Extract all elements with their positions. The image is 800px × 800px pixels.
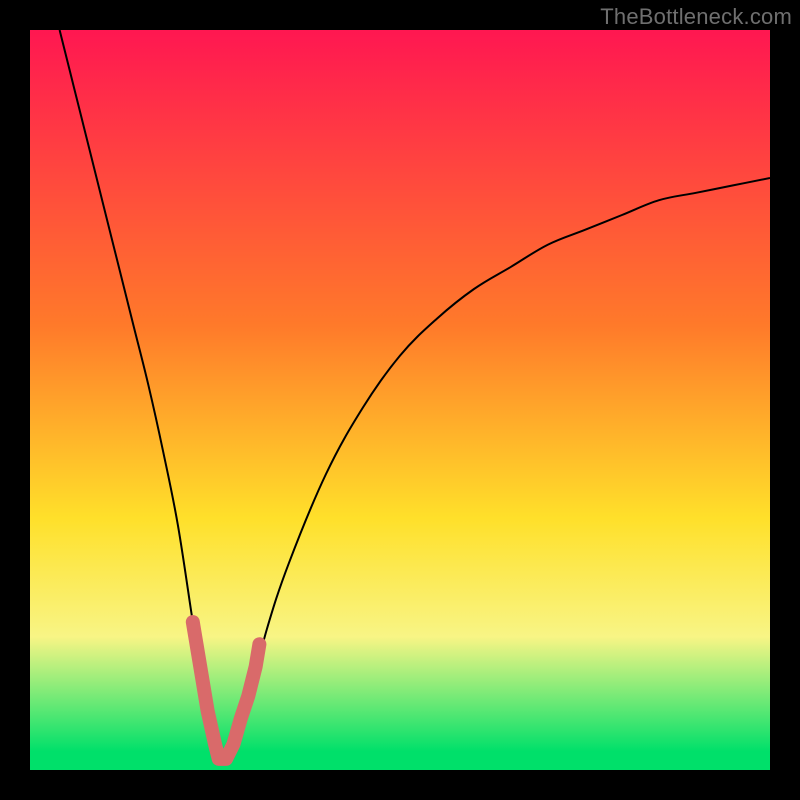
bottleneck-chart [30, 30, 770, 770]
gradient-background [30, 30, 770, 770]
plot-area [30, 30, 770, 770]
watermark-text: TheBottleneck.com [600, 4, 792, 30]
chart-frame: TheBottleneck.com [0, 0, 800, 800]
